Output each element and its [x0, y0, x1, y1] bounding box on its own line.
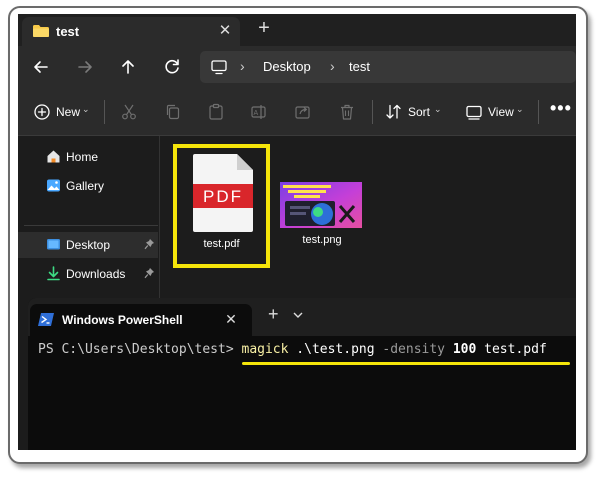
view-button[interactable]: View: [488, 105, 514, 119]
command-line[interactable]: PS C:\Users\Desktop\test> magick .\test.…: [38, 342, 547, 357]
monitor-icon: [211, 60, 227, 75]
home-icon: [47, 150, 60, 163]
powershell-terminal[interactable]: Windows PowerShell ✕ + PS C:\Users\Deskt…: [28, 298, 576, 450]
forward-arrow-icon[interactable]: [74, 56, 96, 78]
command-argument: .\test.png: [288, 342, 383, 357]
address-bar[interactable]: › Desktop › test: [200, 51, 576, 83]
sidebar-item-home[interactable]: Home: [18, 144, 158, 170]
pin-icon[interactable]: [144, 238, 155, 250]
refresh-icon[interactable]: [161, 56, 183, 78]
new-plus-icon[interactable]: [33, 103, 51, 121]
image-thumbnail: [280, 182, 362, 228]
breadcrumb-separator: ›: [330, 58, 335, 74]
powershell-icon: [38, 313, 54, 326]
breadcrumb-test[interactable]: test: [349, 59, 370, 74]
sidebar-item-label: Desktop: [66, 238, 111, 252]
command-argument: test.pdf: [476, 342, 547, 357]
pin-icon[interactable]: [144, 267, 155, 279]
sidebar-item-downloads[interactable]: Downloads: [18, 261, 158, 287]
pdf-file-icon: PDF: [193, 154, 253, 232]
command-name: magick: [241, 342, 289, 357]
new-tab-button[interactable]: +: [254, 17, 274, 40]
terminal-tab-title: Windows PowerShell: [62, 313, 183, 327]
chevron-down-icon: ⌄: [82, 104, 90, 114]
tab-close-icon[interactable]: ✕: [223, 311, 239, 328]
tab-windows-powershell[interactable]: Windows PowerShell ✕: [30, 304, 252, 336]
file-list: PDF test.pdf test.png: [160, 136, 576, 316]
sort-button[interactable]: Sort: [408, 105, 430, 119]
file-name: test.pdf: [203, 238, 240, 250]
sidebar-item-label: Home: [66, 150, 99, 164]
chevron-down-icon[interactable]: [292, 310, 304, 320]
command-value: 100: [445, 342, 477, 357]
chevron-down-icon: ⌄: [516, 104, 524, 114]
prompt-text: PS C:\Users\Desktop\test>: [38, 342, 242, 357]
file-explorer-window: test ✕ + › Desktop › test New ⌄ A Sort ⌄…: [18, 14, 576, 450]
share-icon[interactable]: [294, 103, 312, 121]
delete-icon[interactable]: [338, 103, 356, 121]
more-options-button[interactable]: •••: [550, 98, 572, 119]
file-name: test.png: [302, 234, 342, 246]
sidebar-item-label: Gallery: [66, 179, 105, 193]
tab-title: test: [56, 24, 80, 39]
highlight-underline: [242, 362, 570, 365]
toolbar-divider: [538, 100, 539, 124]
paste-icon[interactable]: [207, 103, 225, 121]
file-item-test-pdf[interactable]: PDF test.pdf: [173, 144, 270, 268]
desktop-icon: [47, 239, 60, 250]
sidebar-item-label: Downloads: [66, 267, 126, 281]
command-bar: New ⌄ A Sort ⌄ View ⌄ •••: [18, 88, 576, 136]
view-icon[interactable]: [465, 103, 483, 121]
toolbar-divider: [104, 100, 105, 124]
sidebar-divider: [24, 225, 158, 226]
sidebar-item-desktop[interactable]: Desktop: [18, 232, 158, 258]
terminal-tab-bar: Windows PowerShell ✕ +: [28, 298, 576, 336]
copy-icon[interactable]: [164, 103, 182, 121]
file-item-test-png[interactable]: test.png: [274, 148, 370, 258]
svg-text:A: A: [254, 110, 259, 117]
breadcrumb-desktop[interactable]: Desktop: [263, 59, 311, 74]
tab-test[interactable]: test ✕: [22, 17, 240, 46]
toolbar-divider: [372, 100, 373, 124]
sidebar-item-gallery[interactable]: Gallery: [18, 173, 158, 199]
sort-icon[interactable]: [385, 103, 403, 121]
pdf-badge-label: PDF: [203, 187, 243, 206]
rename-icon[interactable]: A: [250, 103, 268, 121]
new-terminal-tab-button[interactable]: +: [268, 304, 279, 325]
new-button[interactable]: New: [56, 105, 80, 119]
tab-close-icon[interactable]: ✕: [216, 21, 234, 39]
navigation-bar: › Desktop › test: [18, 46, 576, 88]
folder-icon: [33, 25, 49, 37]
cut-icon[interactable]: [120, 103, 138, 121]
back-arrow-icon[interactable]: [30, 56, 52, 78]
download-icon: [47, 266, 60, 281]
chevron-down-icon: ⌄: [434, 104, 442, 114]
command-parameter: -density: [382, 342, 446, 357]
up-arrow-icon[interactable]: [117, 56, 139, 78]
breadcrumb-separator: ›: [240, 58, 245, 74]
gallery-icon: [47, 179, 60, 192]
explorer-tab-bar: test ✕ +: [18, 14, 576, 46]
